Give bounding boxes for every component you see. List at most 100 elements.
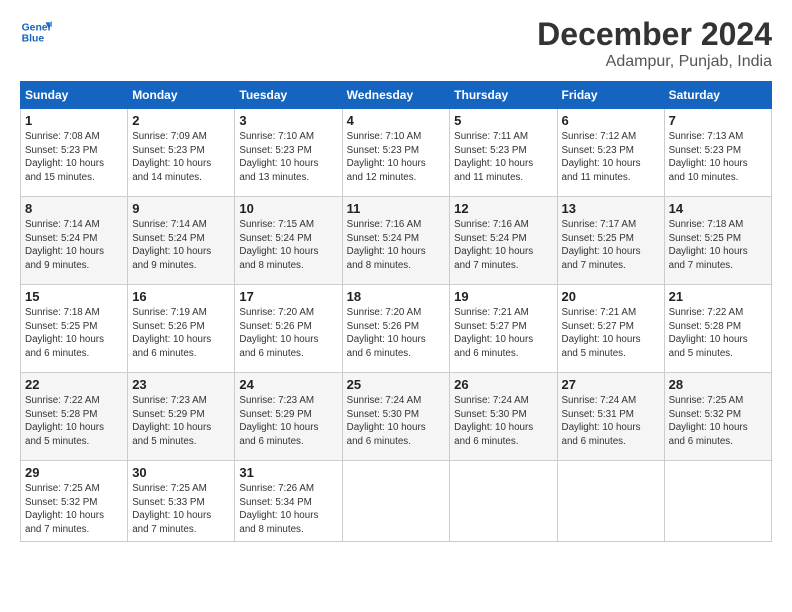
table-row: 21 Sunrise: 7:22 AMSunset: 5:28 PMDayligh… <box>664 285 771 373</box>
day-info: Sunrise: 7:13 AMSunset: 5:23 PMDaylight:… <box>669 130 767 185</box>
day-number: 29 <box>25 465 123 480</box>
table-row: 22 Sunrise: 7:22 AMSunset: 5:28 PMDayligh… <box>21 373 128 461</box>
table-row: 7 Sunrise: 7:13 AMSunset: 5:23 PMDaylight… <box>664 109 771 197</box>
day-info: Sunrise: 7:21 AMSunset: 5:27 PMDaylight:… <box>562 306 660 361</box>
day-info: Sunrise: 7:20 AMSunset: 5:26 PMDaylight:… <box>239 306 337 361</box>
day-number: 18 <box>347 289 446 304</box>
table-row: 1 Sunrise: 7:08 AMSunset: 5:23 PMDaylight… <box>21 109 128 197</box>
day-info: Sunrise: 7:11 AMSunset: 5:23 PMDaylight:… <box>454 130 552 185</box>
day-info: Sunrise: 7:19 AMSunset: 5:26 PMDaylight:… <box>132 306 230 361</box>
table-row: 4 Sunrise: 7:10 AMSunset: 5:23 PMDaylight… <box>342 109 450 197</box>
day-info: Sunrise: 7:25 AMSunset: 5:32 PMDaylight:… <box>669 394 767 449</box>
day-info: Sunrise: 7:24 AMSunset: 5:31 PMDaylight:… <box>562 394 660 449</box>
day-info: Sunrise: 7:10 AMSunset: 5:23 PMDaylight:… <box>347 130 446 185</box>
table-row: 18 Sunrise: 7:20 AMSunset: 5:26 PMDayligh… <box>342 285 450 373</box>
table-row: 17Sunrise: 7:20 AMSunset: 5:26 PMDayligh… <box>235 285 342 373</box>
day-number: 11 <box>347 201 446 216</box>
day-number: 4 <box>347 113 446 128</box>
day-number: 27 <box>562 377 660 392</box>
day-info: Sunrise: 7:09 AMSunset: 5:23 PMDaylight:… <box>132 130 230 185</box>
table-row: 15 Sunrise: 7:18 AMSunset: 5:25 PMDayligh… <box>21 285 128 373</box>
day-number: 7 <box>669 113 767 128</box>
table-row: 28 Sunrise: 7:25 AMSunset: 5:32 PMDayligh… <box>664 373 771 461</box>
location-title: Adampur, Punjab, India <box>537 53 772 71</box>
table-row: 13 Sunrise: 7:17 AMSunset: 5:25 PMDayligh… <box>557 197 664 285</box>
day-number: 30 <box>132 465 230 480</box>
table-row: 16 Sunrise: 7:19 AMSunset: 5:26 PMDayligh… <box>128 285 235 373</box>
day-info: Sunrise: 7:22 AMSunset: 5:28 PMDaylight:… <box>669 306 767 361</box>
day-number: 28 <box>669 377 767 392</box>
day-info: Sunrise: 7:15 AMSunset: 5:24 PMDaylight:… <box>239 218 337 273</box>
table-row: 25Sunrise: 7:24 AMSunset: 5:30 PMDayligh… <box>342 373 450 461</box>
day-info: Sunrise: 7:17 AMSunset: 5:25 PMDaylight:… <box>562 218 660 273</box>
logo: General Blue <box>20 16 52 48</box>
day-info: Sunrise: 7:22 AMSunset: 5:28 PMDaylight:… <box>25 394 123 449</box>
day-number: 15 <box>25 289 123 304</box>
table-row: 27 Sunrise: 7:24 AMSunset: 5:31 PMDayligh… <box>557 373 664 461</box>
day-number: 1 <box>25 113 123 128</box>
table-row: 31Sunrise: 7:26 AMSunset: 5:34 PMDayligh… <box>235 461 342 542</box>
day-info: Sunrise: 7:26 AMSunset: 5:34 PMDaylight:… <box>239 482 337 537</box>
table-row: 3 Sunrise: 7:10 AMSunset: 5:23 PMDaylight… <box>235 109 342 197</box>
day-info: Sunrise: 7:20 AMSunset: 5:26 PMDaylight:… <box>347 306 446 361</box>
table-row: 19 Sunrise: 7:21 AMSunset: 5:27 PMDayligh… <box>450 285 557 373</box>
day-info: Sunrise: 7:25 AMSunset: 5:32 PMDaylight:… <box>25 482 123 537</box>
day-info: Sunrise: 7:12 AMSunset: 5:23 PMDaylight:… <box>562 130 660 185</box>
day-number: 21 <box>669 289 767 304</box>
day-number: 23 <box>132 377 230 392</box>
day-info: Sunrise: 7:18 AMSunset: 5:25 PMDaylight:… <box>669 218 767 273</box>
table-row: 23 Sunrise: 7:23 AMSunset: 5:29 PMDayligh… <box>128 373 235 461</box>
day-number: 5 <box>454 113 552 128</box>
table-row: 8 Sunrise: 7:14 AMSunset: 5:24 PMDaylight… <box>21 197 128 285</box>
day-info: Sunrise: 7:23 AMSunset: 5:29 PMDaylight:… <box>239 394 337 449</box>
table-row: 12 Sunrise: 7:16 AMSunset: 5:24 PMDayligh… <box>450 197 557 285</box>
day-number: 12 <box>454 201 552 216</box>
day-number: 6 <box>562 113 660 128</box>
day-info: Sunrise: 7:10 AMSunset: 5:23 PMDaylight:… <box>239 130 337 185</box>
day-info: Sunrise: 7:25 AMSunset: 5:33 PMDaylight:… <box>132 482 230 537</box>
table-row <box>557 461 664 542</box>
day-number: 9 <box>132 201 230 216</box>
day-number: 3 <box>239 113 337 128</box>
day-info: Sunrise: 7:16 AMSunset: 5:24 PMDaylight:… <box>347 218 446 273</box>
svg-text:Blue: Blue <box>22 34 45 45</box>
col-saturday: Saturday <box>664 82 771 109</box>
day-info: Sunrise: 7:21 AMSunset: 5:27 PMDaylight:… <box>454 306 552 361</box>
table-row: 9 Sunrise: 7:14 AMSunset: 5:24 PMDaylight… <box>128 197 235 285</box>
month-title: December 2024 <box>537 16 772 53</box>
table-row: 11 Sunrise: 7:16 AMSunset: 5:24 PMDayligh… <box>342 197 450 285</box>
day-info: Sunrise: 7:18 AMSunset: 5:25 PMDaylight:… <box>25 306 123 361</box>
calendar-table: Sunday Monday Tuesday Wednesday Thursday… <box>20 81 772 542</box>
col-friday: Friday <box>557 82 664 109</box>
table-row <box>450 461 557 542</box>
day-info: Sunrise: 7:16 AMSunset: 5:24 PMDaylight:… <box>454 218 552 273</box>
day-info: Sunrise: 7:24 AMSunset: 5:30 PMDaylight:… <box>454 394 552 449</box>
table-row: 26 Sunrise: 7:24 AMSunset: 5:30 PMDayligh… <box>450 373 557 461</box>
table-row: 5 Sunrise: 7:11 AMSunset: 5:23 PMDaylight… <box>450 109 557 197</box>
day-number: 2 <box>132 113 230 128</box>
day-number: 8 <box>25 201 123 216</box>
table-row <box>664 461 771 542</box>
day-number: 22 <box>25 377 123 392</box>
day-number: 16 <box>132 289 230 304</box>
table-row: 24Sunrise: 7:23 AMSunset: 5:29 PMDayligh… <box>235 373 342 461</box>
header: General Blue December 2024 Adampur, Punj… <box>20 16 772 71</box>
table-row: 6 Sunrise: 7:12 AMSunset: 5:23 PMDaylight… <box>557 109 664 197</box>
table-row: 14 Sunrise: 7:18 AMSunset: 5:25 PMDayligh… <box>664 197 771 285</box>
logo-icon: General Blue <box>20 16 52 48</box>
day-info: Sunrise: 7:23 AMSunset: 5:29 PMDaylight:… <box>132 394 230 449</box>
table-row: 30 Sunrise: 7:25 AMSunset: 5:33 PMDayligh… <box>128 461 235 542</box>
day-info: Sunrise: 7:14 AMSunset: 5:24 PMDaylight:… <box>25 218 123 273</box>
page-container: General Blue December 2024 Adampur, Punj… <box>0 0 792 552</box>
day-number: 19 <box>454 289 552 304</box>
day-info: Sunrise: 7:08 AMSunset: 5:23 PMDaylight:… <box>25 130 123 185</box>
table-row: 20 Sunrise: 7:21 AMSunset: 5:27 PMDayligh… <box>557 285 664 373</box>
day-number: 13 <box>562 201 660 216</box>
col-sunday: Sunday <box>21 82 128 109</box>
day-number: 26 <box>454 377 552 392</box>
day-number: 14 <box>669 201 767 216</box>
day-number: 10 <box>239 201 337 216</box>
day-info: Sunrise: 7:14 AMSunset: 5:24 PMDaylight:… <box>132 218 230 273</box>
day-number: 20 <box>562 289 660 304</box>
col-tuesday: Tuesday <box>235 82 342 109</box>
